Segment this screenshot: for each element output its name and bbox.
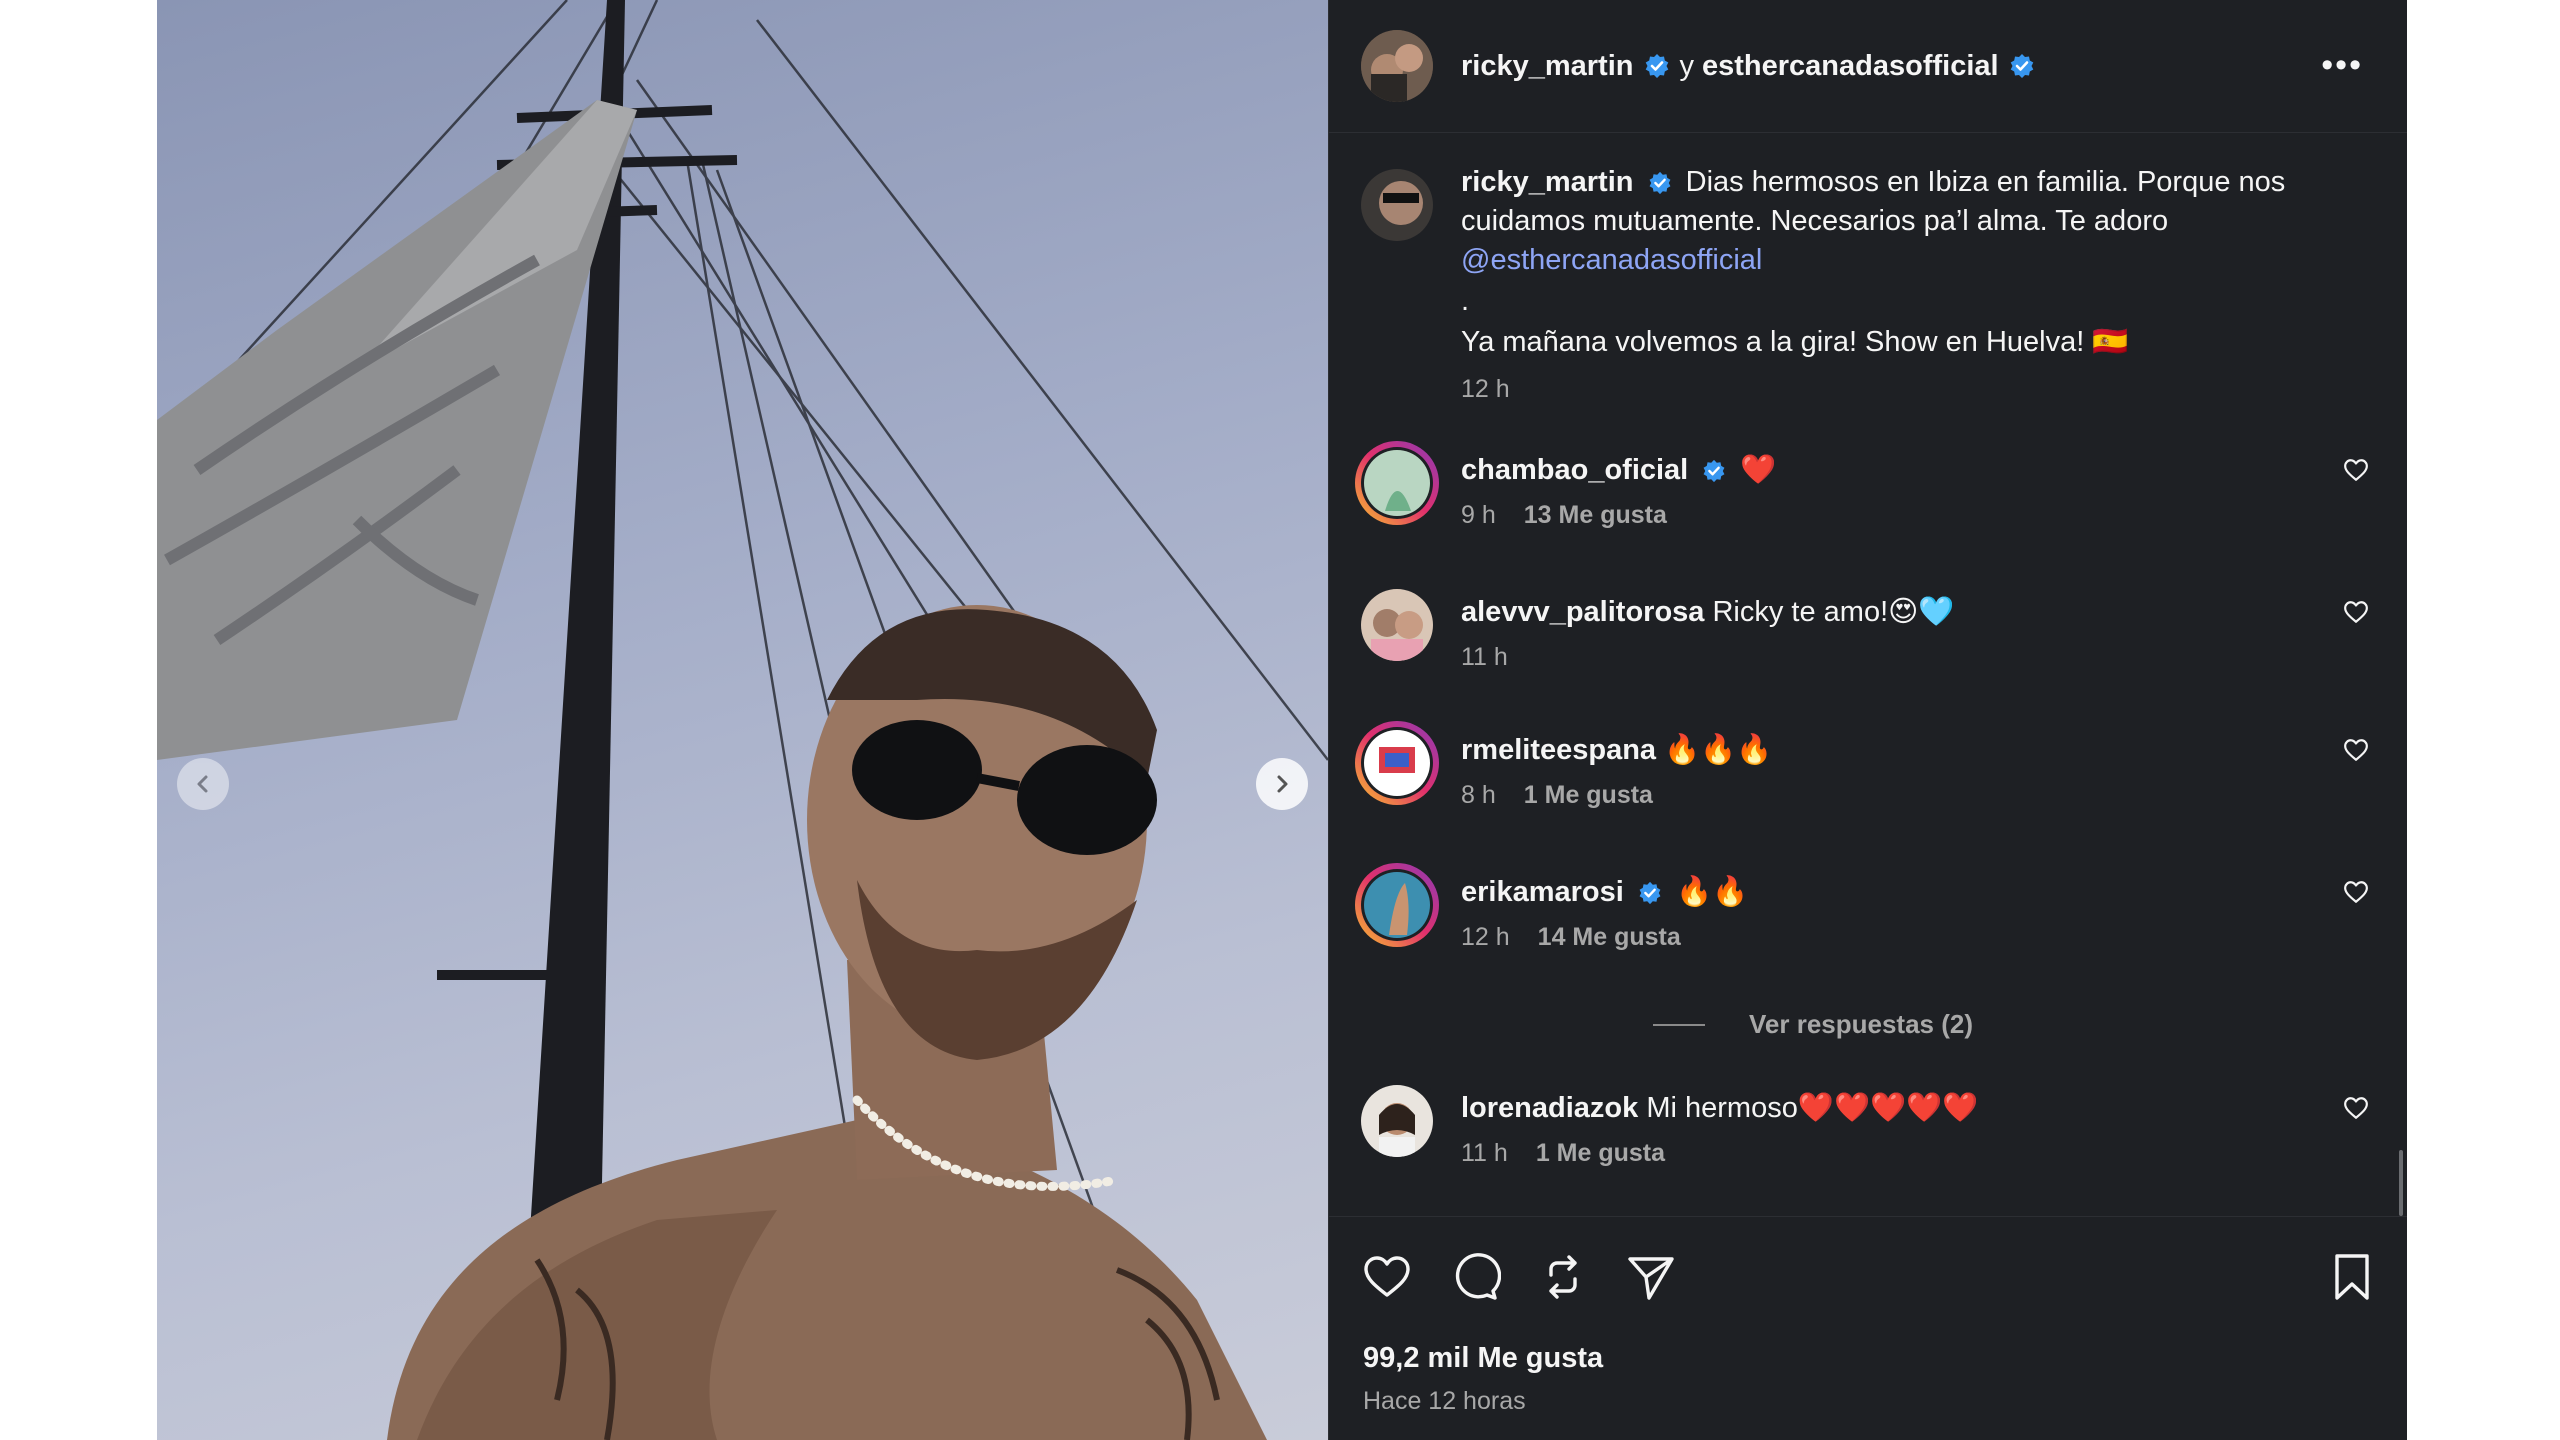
- caption-line2: Ya mañana volvemos a la gira! Show en Hu…: [1461, 326, 2129, 358]
- post-timestamp: Hace 12 horas: [1363, 1387, 1526, 1415]
- chevron-left-icon: [197, 775, 208, 793]
- coauthor-username[interactable]: esthercanadasofficial: [1702, 50, 1999, 83]
- avatar-image: [1361, 869, 1433, 941]
- avatar-image: [1361, 727, 1433, 799]
- avatar-image: [1361, 589, 1433, 661]
- share-icon[interactable]: [1625, 1251, 1677, 1303]
- comment-meta: 9 h 13 Me gusta: [1461, 496, 2297, 535]
- post-actions: [1361, 1251, 1677, 1303]
- comment-meta: 8 h 1 Me gusta: [1461, 776, 2297, 815]
- comment-username[interactable]: chambao_oficial: [1461, 454, 1688, 486]
- comment-content: erikamarosi 🔥🔥 12 h 14 Me gusta: [1461, 873, 2297, 957]
- comment-username[interactable]: rmeliteespana: [1461, 734, 1656, 766]
- comments-list[interactable]: ricky_martin Dias hermosos en Ibiza en f…: [1329, 132, 2407, 1217]
- chevron-right-icon: [1277, 775, 1288, 793]
- view-replies-label: Ver respuestas (2): [1749, 1009, 1974, 1039]
- author-avatar[interactable]: [1361, 30, 1433, 102]
- verified-icon: [1649, 172, 1670, 195]
- caption-content: ricky_martin Dias hermosos en Ibiza en f…: [1461, 163, 2297, 409]
- verified-icon: [1639, 882, 1661, 905]
- carousel-prev-button[interactable]: [177, 758, 229, 810]
- heart-icon[interactable]: [1361, 1251, 1413, 1303]
- comment-content: lorenadiazok Mi hermoso❤️❤️❤️❤️❤️ 11 h 1…: [1461, 1089, 2297, 1173]
- comment-text: 🔥🔥🔥: [1664, 734, 1773, 766]
- comment-likes[interactable]: 13 Me gusta: [1524, 496, 1667, 535]
- comment-text: Mi hermoso❤️❤️❤️❤️❤️: [1646, 1092, 1979, 1124]
- comment-time[interactable]: 9 h: [1461, 496, 1496, 535]
- comment-like-heart-icon[interactable]: [2343, 879, 2369, 905]
- comment-text: ❤️: [1740, 454, 1777, 486]
- comment-content: alevvv_palitorosa Ricky te amo!😍🩵 11 h: [1461, 593, 2297, 677]
- repost-icon[interactable]: [1537, 1251, 1589, 1303]
- comment-row: chambao_oficial ❤️ 9 h 13 Me gusta: [1329, 441, 2407, 541]
- photo-scene: [157, 0, 1328, 1440]
- comment-icon[interactable]: [1449, 1251, 1501, 1303]
- comments-scrollbar[interactable]: [2399, 1150, 2403, 1216]
- comment-time[interactable]: 12 h: [1461, 918, 1510, 957]
- comment-like-heart-icon[interactable]: [2343, 1095, 2369, 1121]
- post-authors: ricky_martin y esthercanadasofficial: [1461, 50, 2045, 83]
- comment-meta: 11 h 1 Me gusta: [1461, 1134, 2297, 1173]
- comment-avatar[interactable]: [1355, 441, 1439, 525]
- comment-avatar[interactable]: [1355, 721, 1439, 805]
- comment-row: rmeliteespana 🔥🔥🔥 8 h 1 Me gusta: [1329, 721, 2407, 821]
- comment-avatar[interactable]: [1361, 1085, 1433, 1157]
- more-options-icon[interactable]: •••: [2321, 48, 2363, 82]
- comment-meta: 11 h: [1461, 638, 2297, 677]
- likes-count[interactable]: 99,2 mil Me gusta: [1363, 1342, 1603, 1375]
- comment-likes[interactable]: 1 Me gusta: [1524, 776, 1653, 815]
- caption-username[interactable]: ricky_martin: [1461, 166, 1634, 198]
- comment-meta: 12 h 14 Me gusta: [1461, 918, 2297, 957]
- comment-username[interactable]: alevvv_palitorosa: [1461, 596, 1704, 628]
- comment-text: 🔥🔥: [1675, 876, 1749, 908]
- caption-avatar[interactable]: [1361, 169, 1433, 241]
- author-connector: y: [1679, 49, 1695, 82]
- post-side-panel: ricky_martin y esthercanadasofficial •••: [1328, 0, 2407, 1440]
- caption-mention-link[interactable]: @esthercanadasofficial: [1461, 244, 1762, 276]
- avatar-image: [1361, 447, 1433, 519]
- comment-time[interactable]: 11 h: [1461, 638, 1508, 677]
- post-modal: ricky_martin y esthercanadasofficial •••: [157, 0, 2407, 1440]
- post-footer: 99,2 mil Me gusta Hace 12 horas: [1329, 1216, 2407, 1440]
- comment-row: alevvv_palitorosa Ricky te amo!😍🩵 11 h: [1329, 589, 2407, 673]
- caption-dot: .: [1461, 285, 1470, 317]
- verified-icon: [1703, 460, 1725, 483]
- comment-row: erikamarosi 🔥🔥 12 h 14 Me gusta: [1329, 863, 2407, 963]
- avatar-image: [1361, 169, 1433, 241]
- caption-meta: 12 h: [1461, 370, 2297, 409]
- post-photo[interactable]: [157, 0, 1328, 1440]
- view-replies-button[interactable]: Ver respuestas (2): [1653, 1009, 1973, 1040]
- comment-content: chambao_oficial ❤️ 9 h 13 Me gusta: [1461, 451, 2297, 535]
- comment-text: Ricky te amo!😍🩵: [1712, 596, 1955, 628]
- comment-like-heart-icon[interactable]: [2343, 599, 2369, 625]
- comment-row: lorenadiazok Mi hermoso❤️❤️❤️❤️❤️ 11 h 1…: [1329, 1085, 2407, 1179]
- verified-icon: [2010, 54, 2033, 78]
- verified-icon: [1645, 54, 1668, 78]
- comment-avatar[interactable]: [1361, 589, 1433, 661]
- comment-like-heart-icon[interactable]: [2343, 737, 2369, 763]
- post-header: ricky_martin y esthercanadasofficial •••: [1329, 0, 2407, 132]
- comment-likes[interactable]: 1 Me gusta: [1536, 1134, 1665, 1173]
- comment-content: rmeliteespana 🔥🔥🔥 8 h 1 Me gusta: [1461, 731, 2297, 815]
- caption-time[interactable]: 12 h: [1461, 370, 1510, 409]
- comment-username[interactable]: lorenadiazok: [1461, 1092, 1638, 1124]
- carousel-next-button[interactable]: [1256, 758, 1308, 810]
- bookmark-icon[interactable]: [2327, 1251, 2377, 1303]
- replies-divider: [1653, 1023, 1705, 1026]
- comment-likes[interactable]: 14 Me gusta: [1538, 918, 1681, 957]
- avatar-image: [1361, 30, 1433, 102]
- comment-time[interactable]: 8 h: [1461, 776, 1496, 815]
- comment-like-heart-icon[interactable]: [2343, 457, 2369, 483]
- author-username[interactable]: ricky_martin: [1461, 50, 1634, 83]
- comment-time[interactable]: 11 h: [1461, 1134, 1508, 1173]
- comment-username[interactable]: erikamarosi: [1461, 876, 1624, 908]
- avatar-image: [1361, 1085, 1433, 1157]
- comment-avatar[interactable]: [1355, 863, 1439, 947]
